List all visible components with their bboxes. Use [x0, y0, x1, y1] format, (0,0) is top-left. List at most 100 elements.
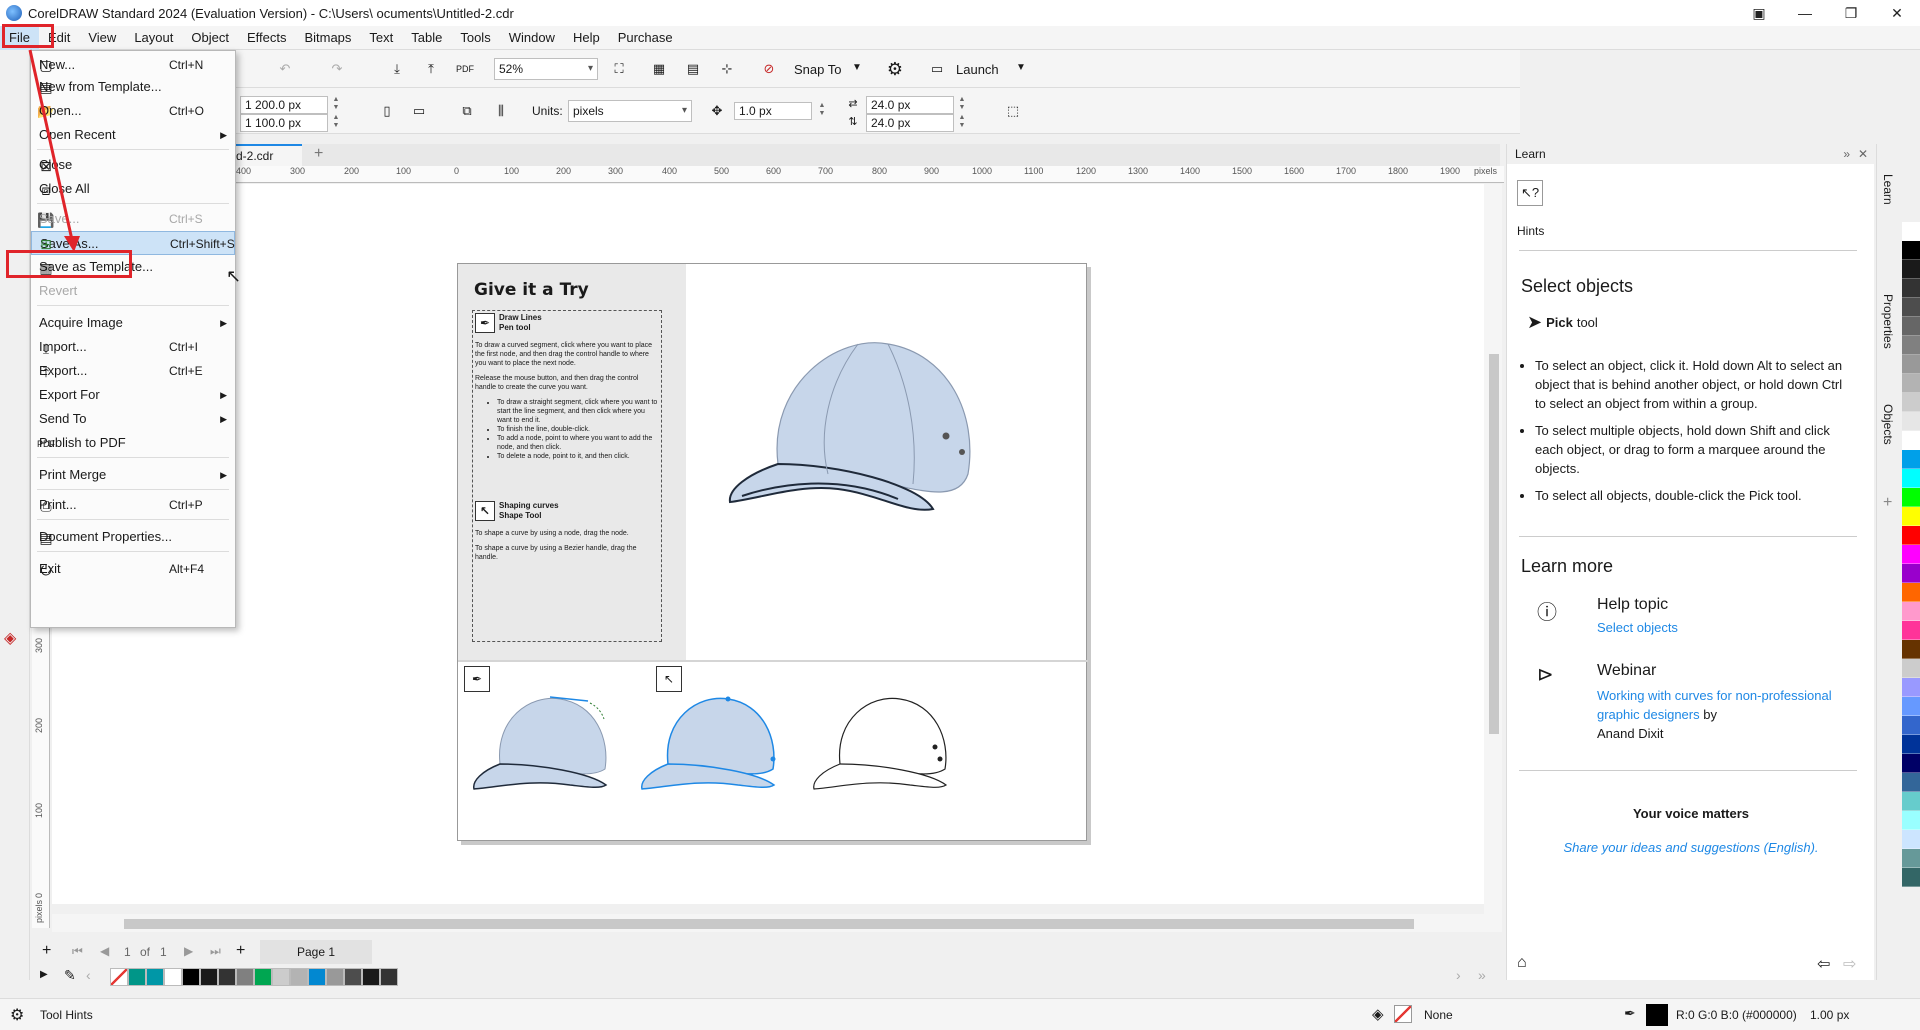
fill-tool-icon[interactable]: ◈: [4, 628, 16, 648]
height-spinner[interactable]: ▲ ▼: [330, 114, 342, 132]
color-swatch[interactable]: [1902, 735, 1920, 754]
color-palette[interactable]: [1902, 144, 1920, 980]
menu-item-print[interactable]: Print... Ctrl+P: [31, 493, 235, 517]
color-swatch[interactable]: [1902, 640, 1920, 659]
color-swatch[interactable]: [1902, 697, 1920, 716]
page-height-field[interactable]: 1 100.0 px: [240, 114, 328, 132]
menu-effects[interactable]: Effects: [238, 26, 296, 50]
nudge-distance-field[interactable]: 1.0 px: [734, 102, 812, 120]
chevron-down-icon[interactable]: ▼: [852, 62, 862, 73]
menu-table[interactable]: Table: [402, 26, 451, 50]
document-page[interactable]: Give it a Try ✒ Draw Lines Pen tool To dr…: [457, 263, 1088, 841]
zoom-fit-icon[interactable]: ⛶: [606, 56, 632, 82]
palette-swatches[interactable]: [110, 968, 398, 986]
color-swatch[interactable]: [1902, 545, 1920, 564]
color-swatch[interactable]: [1902, 355, 1920, 374]
collapse-docker-icon[interactable]: »: [1843, 144, 1850, 164]
document-color-swatch[interactable]: [200, 968, 218, 986]
document-color-swatch[interactable]: [182, 968, 200, 986]
add-page-icon[interactable]: +: [42, 942, 51, 960]
landscape-icon[interactable]: ▭: [406, 98, 432, 124]
document-color-swatch[interactable]: [218, 968, 236, 986]
menu-layout[interactable]: Layout: [125, 26, 182, 50]
launch-dropdown[interactable]: Launch: [956, 62, 999, 77]
color-swatch[interactable]: [1902, 792, 1920, 811]
color-swatch[interactable]: [1902, 830, 1920, 849]
document-color-swatch[interactable]: [128, 968, 146, 986]
add-docker-icon[interactable]: +: [1883, 494, 1892, 512]
color-swatch[interactable]: [1902, 488, 1920, 507]
color-swatch[interactable]: [1902, 659, 1920, 678]
menu-purchase[interactable]: Purchase: [609, 26, 682, 50]
color-swatch[interactable]: [1902, 222, 1920, 241]
color-swatch[interactable]: [1902, 716, 1920, 735]
close-docker-icon[interactable]: ✕: [1858, 144, 1868, 164]
color-swatch[interactable]: [1902, 336, 1920, 355]
document-color-swatch[interactable]: [164, 968, 182, 986]
color-swatch[interactable]: [1902, 260, 1920, 279]
duplicate-distance-y-field[interactable]: 24.0 px: [866, 114, 954, 132]
dup-x-spinner[interactable]: ▲ ▼: [956, 96, 968, 114]
redo-icon[interactable]: ↷: [324, 56, 350, 82]
eyedropper-icon[interactable]: ✎: [64, 967, 76, 984]
page-tab[interactable]: Page 1: [260, 940, 372, 964]
back-arrow-icon[interactable]: ⇦: [1817, 954, 1830, 974]
width-spinner[interactable]: ▲ ▼: [330, 96, 342, 114]
current-page-icon[interactable]: ⫼: [488, 98, 514, 124]
snap-to-dropdown[interactable]: Snap To: [794, 62, 841, 77]
menu-item-exit[interactable]: Exit Alt+F4: [31, 557, 235, 581]
portrait-icon[interactable]: ▯: [374, 98, 400, 124]
color-swatch[interactable]: [1902, 583, 1920, 602]
vertical-scrollbar[interactable]: [1484, 184, 1502, 914]
snap-off-icon[interactable]: ⊘: [756, 56, 782, 82]
menu-item-send-to[interactable]: Send To ▶: [31, 407, 235, 431]
color-swatch[interactable]: [1902, 678, 1920, 697]
color-swatch[interactable]: [1902, 602, 1920, 621]
feedback-link[interactable]: Share your ideas and suggestions (Englis…: [1507, 840, 1875, 855]
menu-item-import[interactable]: Import... Ctrl+I: [31, 335, 235, 359]
chevron-down-icon[interactable]: ▼: [1016, 62, 1026, 73]
nudge-spinner[interactable]: ▲ ▼: [816, 102, 828, 120]
close-window-button[interactable]: ✕: [1874, 0, 1920, 26]
color-swatch[interactable]: [1902, 564, 1920, 583]
scroll-right-icon[interactable]: ›: [1456, 967, 1461, 983]
gear-icon[interactable]: ⚙: [10, 1005, 24, 1025]
menu-object[interactable]: Object: [182, 26, 238, 50]
menu-tools[interactable]: Tools: [451, 26, 499, 50]
document-color-swatch[interactable]: [308, 968, 326, 986]
undo-icon[interactable]: ↶: [272, 56, 298, 82]
palette-menu-icon[interactable]: ▶: [40, 969, 48, 980]
units-dropdown[interactable]: pixels: [568, 100, 692, 122]
color-swatch[interactable]: [1902, 450, 1920, 469]
home-icon[interactable]: ⌂: [1517, 954, 1527, 972]
next-page-icon[interactable]: ▶: [184, 944, 193, 958]
document-color-swatch[interactable]: [146, 968, 164, 986]
import-icon[interactable]: ⤓: [384, 56, 410, 82]
menu-bitmaps[interactable]: Bitmaps: [295, 26, 360, 50]
maximize-button[interactable]: ❐: [1828, 0, 1874, 26]
help-topic-link[interactable]: Select objects: [1597, 620, 1678, 635]
tab-learn[interactable]: Learn: [1881, 174, 1895, 205]
horizontal-ruler[interactable]: 400 300 200 100 0 100 200 300 400 500 60…: [236, 166, 1504, 183]
menu-item-export[interactable]: Export... Ctrl+E: [31, 359, 235, 383]
dup-y-spinner[interactable]: ▲ ▼: [956, 114, 968, 132]
all-pages-icon[interactable]: ⧉: [454, 98, 480, 124]
color-swatch[interactable]: [1902, 431, 1920, 450]
baseball-cap-illustration[interactable]: [718, 324, 988, 524]
document-color-swatch[interactable]: [362, 968, 380, 986]
color-swatch[interactable]: [1902, 754, 1920, 773]
color-swatch[interactable]: [1902, 849, 1920, 868]
color-swatch[interactable]: [1902, 507, 1920, 526]
color-swatch[interactable]: [1902, 298, 1920, 317]
color-swatch[interactable]: [1902, 469, 1920, 488]
document-color-swatch[interactable]: [254, 968, 272, 986]
first-page-icon[interactable]: ⏮: [72, 944, 83, 959]
menu-item-publish-pdf[interactable]: Publish to PDF: [31, 431, 235, 455]
color-swatch[interactable]: [1902, 317, 1920, 336]
previous-page-icon[interactable]: ◀: [100, 944, 109, 958]
menu-item-print-merge[interactable]: Print Merge ▶: [31, 463, 235, 487]
color-swatch[interactable]: [1902, 526, 1920, 545]
color-swatch[interactable]: [1902, 393, 1920, 412]
menu-item-export-for[interactable]: Export For ▶: [31, 383, 235, 407]
zoom-level-dropdown[interactable]: 52%: [494, 58, 598, 80]
